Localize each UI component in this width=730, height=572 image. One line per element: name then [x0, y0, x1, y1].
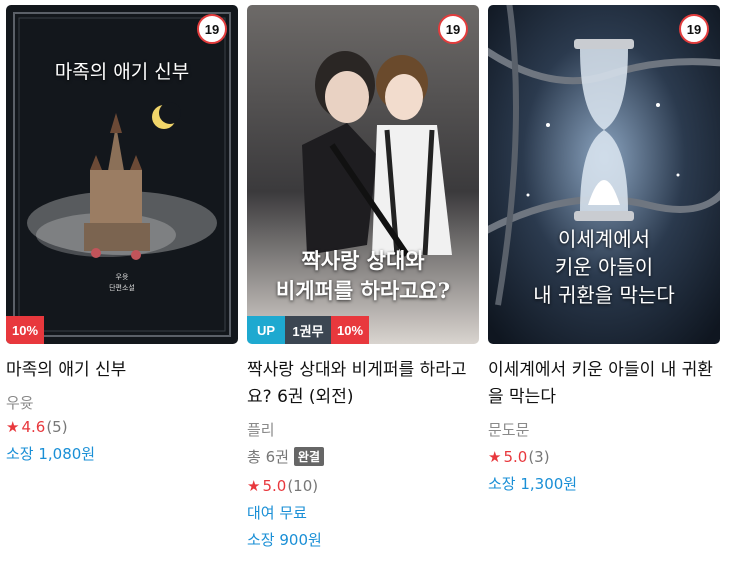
book-card[interactable]: 이세계에서 키운 아들이 내 귀환을 막는다 이세계에서 키운 아들이 내 귀환…	[488, 5, 720, 494]
cover-title-line2: 비게퍼를 하라고요?	[275, 278, 451, 303]
book-grid: 우윳 단편소설 마족의 애기 신부 10% 마족의 애기 신부 우윳 ★ 4.6…	[0, 0, 730, 572]
book-author[interactable]: 문도문	[488, 419, 720, 440]
rating: ★ 4.6 (5)	[6, 418, 238, 436]
rating: ★ 5.0 (10)	[247, 477, 479, 495]
book-title[interactable]: 마족의 애기 신부	[6, 357, 238, 384]
book-card[interactable]: 짝사랑 상대와 비게퍼를 하라고요? UP 1권무 10% 짝사랑 상대와 비게…	[247, 5, 479, 550]
star-icon: ★	[247, 477, 261, 495]
rating-score: 5.0	[503, 448, 528, 466]
up-badge: UP	[247, 316, 285, 344]
rent-price: 대여 무료	[247, 504, 307, 522]
complete-badge: 완결	[293, 447, 325, 466]
purchase-price: 소장 1,300원	[488, 475, 578, 493]
volume-count: 총 6권	[247, 448, 289, 466]
svg-text:우윳: 우윳	[116, 273, 129, 281]
book-author[interactable]: 플리	[247, 419, 479, 440]
badge-row: UP 1권무 10%	[247, 316, 369, 344]
rating-score: 4.6	[21, 418, 46, 436]
cover-title-line1: 이세계에서	[558, 227, 650, 251]
star-icon: ★	[488, 448, 502, 466]
svg-text:단편소설: 단편소설	[109, 283, 135, 292]
book-title[interactable]: 이세계에서 키운 아들이 내 귀환을 막는다	[488, 357, 720, 411]
purchase-price: 소장 900원	[247, 531, 322, 549]
discount-badge: 10%	[331, 316, 369, 344]
book-card[interactable]: 우윳 단편소설 마족의 애기 신부 10% 마족의 애기 신부 우윳 ★ 4.6…	[6, 5, 238, 464]
cover-title-line2: 키운 아들이	[554, 255, 654, 279]
adult-19-badge: 19	[679, 14, 709, 44]
rating: ★ 5.0 (3)	[488, 448, 720, 466]
rating-count: (10)	[287, 477, 319, 495]
book-cover[interactable]: 우윳 단편소설 마족의 애기 신부 10%	[6, 5, 238, 344]
rating-count: (5)	[46, 418, 68, 436]
book-title[interactable]: 짝사랑 상대와 비게퍼를 하라고요? 6권 (외전)	[247, 357, 479, 411]
book-cover[interactable]: 이세계에서 키운 아들이 내 귀환을 막는다	[488, 5, 720, 344]
badge-row: 10%	[6, 316, 44, 344]
first-volume-free-badge: 1권무	[285, 316, 331, 344]
star-icon: ★	[6, 418, 20, 436]
adult-19-badge: 19	[438, 14, 468, 44]
discount-badge: 10%	[6, 316, 44, 344]
book-cover[interactable]: 짝사랑 상대와 비게퍼를 하라고요? UP 1권무 10%	[247, 5, 479, 344]
cover-title-line1: 짝사랑 상대와	[301, 248, 425, 273]
adult-19-badge: 19	[197, 14, 227, 44]
purchase-price: 소장 1,080원	[6, 445, 96, 463]
cover-title-text: 마족의 애기 신부	[54, 61, 190, 83]
rating-count: (3)	[528, 448, 550, 466]
cover-title-line3: 내 귀환을 막는다	[533, 283, 675, 307]
cover-art: 우윳 단편소설	[6, 5, 238, 344]
book-author[interactable]: 우윳	[6, 392, 238, 413]
volume-meta: 총 6권 완결	[247, 446, 479, 467]
rating-score: 5.0	[262, 477, 287, 495]
